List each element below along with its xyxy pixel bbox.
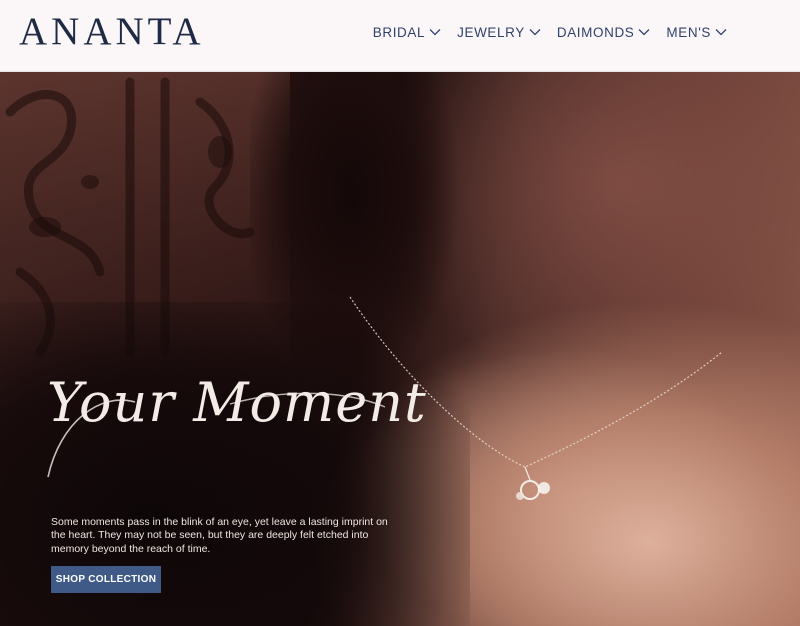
site-header: ANANTA BRIDAL JEWELRY DAIMONDS MEN'S: [0, 0, 800, 72]
nav-item-jewelry[interactable]: JEWELRY: [457, 22, 541, 42]
nav-item-label: BRIDAL: [372, 24, 426, 40]
hero-headline: Your Moment: [47, 371, 427, 434]
hero-description: Some moments pass in the blink of an eye…: [51, 515, 388, 555]
nav-item-mens[interactable]: MEN'S: [666, 22, 727, 42]
chevron-down-icon: [715, 28, 727, 36]
nav-item-label: JEWELRY: [457, 24, 525, 40]
nav-item-diamonds[interactable]: DAIMONDS: [557, 22, 651, 42]
chevron-down-icon: [638, 28, 650, 36]
brand-logo[interactable]: ANANTA: [19, 10, 205, 54]
nav-item-bridal[interactable]: BRIDAL: [373, 22, 441, 42]
main-nav: BRIDAL JEWELRY DAIMONDS MEN'S: [373, 22, 727, 42]
chevron-down-icon: [529, 28, 541, 36]
shop-collection-button[interactable]: SHOP COLLECTION: [51, 566, 161, 593]
nav-item-label: MEN'S: [666, 24, 711, 40]
nav-item-label: DAIMONDS: [556, 24, 635, 40]
hero-banner: Your Moment Some moments pass in the bli…: [0, 72, 800, 626]
chevron-down-icon: [429, 28, 441, 36]
